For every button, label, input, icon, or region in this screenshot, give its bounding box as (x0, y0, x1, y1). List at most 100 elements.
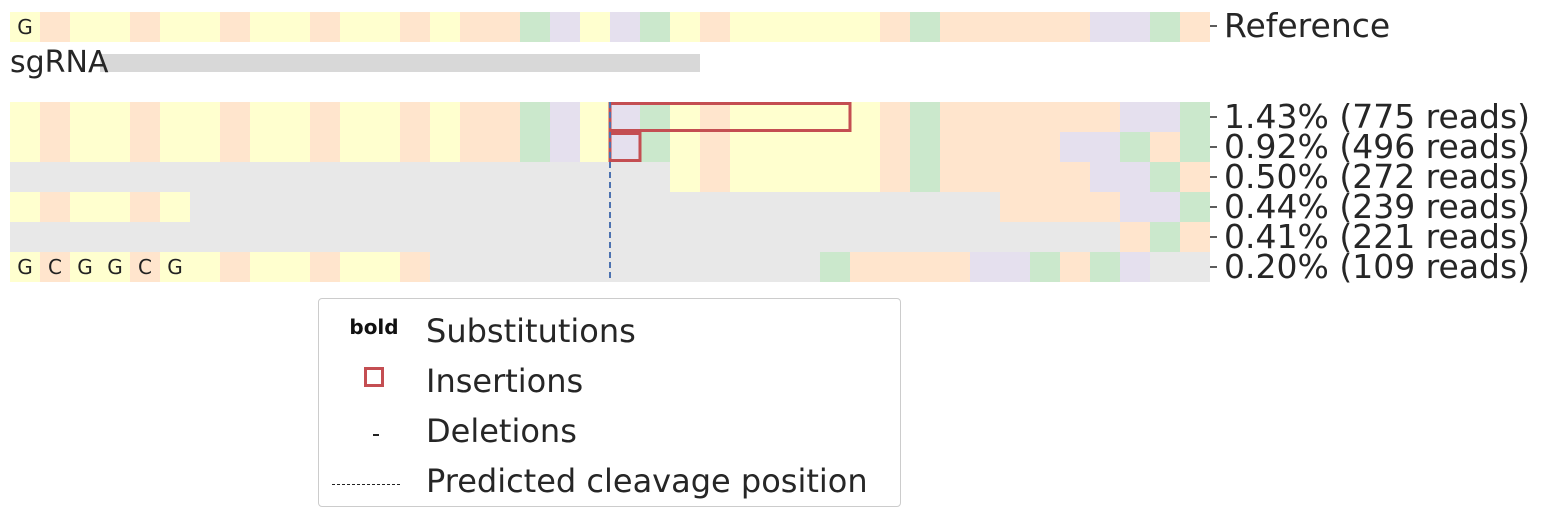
allele-row-5-cell (550, 222, 580, 252)
allele-row-2-cell (850, 132, 880, 162)
allele-row-1-cell (250, 102, 280, 132)
allele-row-2-cell (1120, 132, 1150, 162)
allele-row-5-cell (10, 222, 40, 252)
allele-row-2-cell (1150, 132, 1180, 162)
allele-row-4-cell (220, 192, 250, 222)
allele-row-3-cell (580, 162, 610, 192)
allele-row-1-cell (970, 102, 1000, 132)
allele-row-1-cell (550, 102, 580, 132)
allele-row-4-cell (610, 192, 640, 222)
allele-row-2-cell (1180, 132, 1210, 162)
legend: bold Substitutions Insertions Deletions … (318, 298, 901, 507)
allele-row-4-cell (940, 192, 970, 222)
allele-row-4-cell (910, 192, 940, 222)
allele-row-3-cell (730, 162, 760, 192)
allele-row-4-cell (10, 192, 40, 222)
allele-row-3-cell (310, 162, 340, 192)
reference-row-cell (400, 12, 430, 42)
allele-row-5-cell (220, 222, 250, 252)
reference-row-cell (940, 12, 970, 42)
allele-row-1-cell (310, 102, 340, 132)
allele-row-4-cell (790, 192, 820, 222)
allele-row-3-cell (550, 162, 580, 192)
allele-row-4-cell (340, 192, 370, 222)
allele-row-1-cell (430, 102, 460, 132)
reference-row-cell (430, 12, 460, 42)
allele-row-3-cell (70, 162, 100, 192)
allele-row-2-cell (580, 132, 610, 162)
allele-row-2-cell (910, 132, 940, 162)
allele-row-1-cell (760, 102, 790, 132)
allele-row-4-cell (760, 192, 790, 222)
allele-row-2-cell (190, 132, 220, 162)
allele-row-2-cell (220, 132, 250, 162)
reference-row-cell (1000, 12, 1030, 42)
legend-label-insertions: Insertions (426, 362, 584, 400)
allele-row-3-cell (940, 162, 970, 192)
allele-row-6-cell (670, 252, 700, 282)
allele-row-2-cell (610, 132, 640, 162)
allele-row-5-cell (100, 222, 130, 252)
allele-row-3-cell (40, 162, 70, 192)
allele-row-6-cell (940, 252, 970, 282)
allele-row-6-cell (850, 252, 880, 282)
allele-row-3-cell (640, 162, 670, 192)
allele-row-6-cell (1060, 252, 1090, 282)
allele-row-5-cell (1180, 222, 1210, 252)
allele-row-6-cell (1120, 252, 1150, 282)
allele-row-6-base-letter: G (167, 255, 183, 279)
reference-row-cell (1120, 12, 1150, 42)
allele-row-4-cell (280, 192, 310, 222)
deletion-marker (329, 407, 419, 447)
allele-row-6-cell (760, 252, 790, 282)
allele-row-2-cell (370, 132, 400, 162)
reference-row-cell (550, 12, 580, 42)
allele-row-4-cell (820, 192, 850, 222)
allele-row-1-cell (40, 102, 70, 132)
allele-row-2-cell (130, 132, 160, 162)
legend-label-deletions: Deletions (426, 412, 577, 450)
reference-row-cell (160, 12, 190, 42)
reference-row-cell (190, 12, 220, 42)
allele-row-5-cell (520, 222, 550, 252)
allele-row-6-cell (1030, 252, 1060, 282)
legend-item-insertions: Insertions (319, 357, 900, 400)
reference-row-cell (1060, 12, 1090, 42)
allele-row-4-cell (850, 192, 880, 222)
allele-row-3-cell (250, 162, 280, 192)
allele-row-3-cell (220, 162, 250, 192)
allele-row-1-cell (670, 102, 700, 132)
allele-row-4-cell (550, 192, 580, 222)
allele-row-3-cell (970, 162, 1000, 192)
allele-row-6-cell (550, 252, 580, 282)
allele-row-2-cell (250, 132, 280, 162)
allele-row-1-cell (1150, 102, 1180, 132)
allele-row-5-cell (880, 222, 910, 252)
allele-row-6-cell (910, 252, 940, 282)
allele-row-2-cell (340, 132, 370, 162)
allele-row-2-cell (970, 132, 1000, 162)
allele-row-2-cell (160, 132, 190, 162)
allele-row-5-cell (370, 222, 400, 252)
allele-row-6-cell (1000, 252, 1030, 282)
allele-row-6-base-letter: G (77, 255, 93, 279)
reference-row-cell (490, 12, 520, 42)
allele-row-4-cell (580, 192, 610, 222)
allele-row-6-cell (310, 252, 340, 282)
allele-row-1-cell (580, 102, 610, 132)
allele-row-1-cell (280, 102, 310, 132)
allele-row-1-cell (400, 102, 430, 132)
reference-row-cell (370, 12, 400, 42)
allele-row-3-cell (1180, 162, 1210, 192)
allele-row-5-cell (760, 222, 790, 252)
allele-row-3-cell (340, 162, 370, 192)
allele-row-5-cell (1000, 222, 1030, 252)
allele-row-5-cell (790, 222, 820, 252)
allele-row-5-cell (940, 222, 970, 252)
allele-row-1-cell (340, 102, 370, 132)
reference-row-cell (460, 12, 490, 42)
reference-row-cell (280, 12, 310, 42)
allele-row-6-cell (640, 252, 670, 282)
allele-row-1-cell (10, 102, 40, 132)
sgrna-bar (100, 54, 700, 72)
